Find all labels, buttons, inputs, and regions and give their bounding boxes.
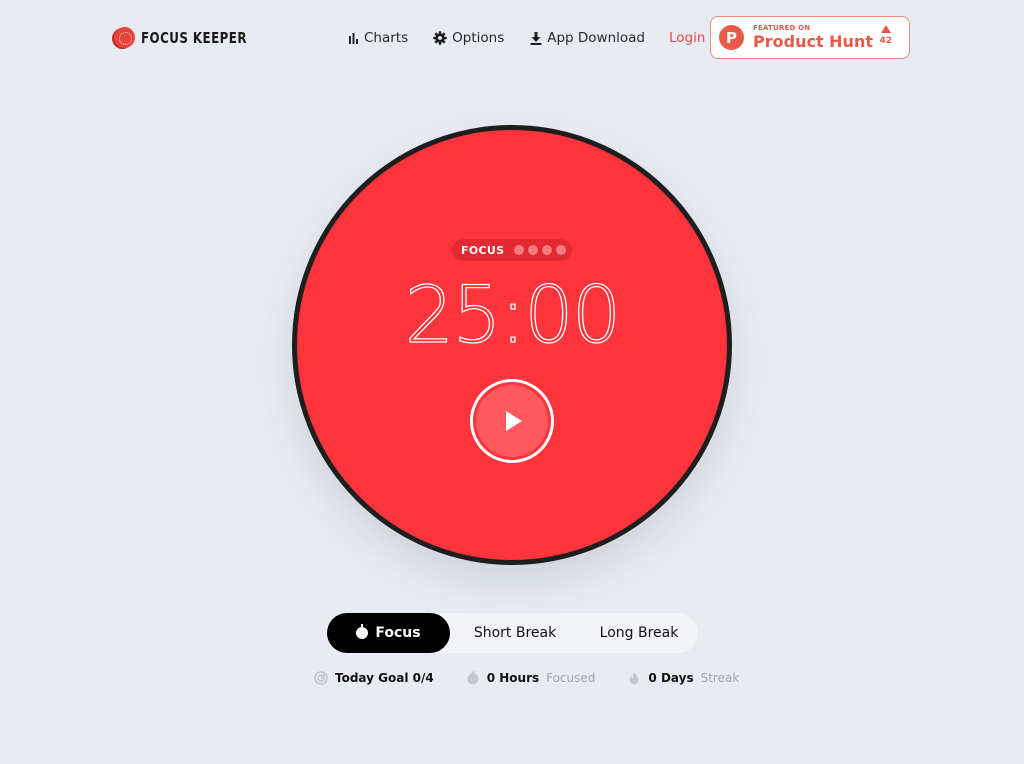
mode-short-break-button[interactable]: Short Break [450, 613, 580, 653]
session-dot-icon [528, 245, 539, 255]
current-mode-pill: FOCUS [452, 239, 572, 261]
logo-text: FOCUS KEEPER [141, 28, 247, 47]
bar-chart-icon [349, 32, 358, 44]
mode-focus-button[interactable]: Focus [327, 613, 450, 653]
flame-icon [629, 671, 639, 685]
stopwatch-icon [467, 671, 479, 685]
mode-long-break-button[interactable]: Long Break [580, 613, 698, 653]
product-hunt-icon: P [719, 25, 744, 50]
product-hunt-badge[interactable]: P FEATURED ON Product Hunt 42 [710, 16, 910, 59]
gear-icon [433, 31, 447, 45]
download-icon [530, 31, 542, 45]
stat-days-streak: 0 Days Streak [627, 671, 739, 685]
product-hunt-title: Product Hunt [753, 32, 873, 51]
timer-display: 25:00 [404, 270, 622, 361]
session-dot-icon [514, 245, 525, 255]
nav-app-download-label: App Download [547, 30, 646, 46]
tomato-logo-icon [114, 27, 135, 48]
stat-today-goal: Today Goal 0/4 [314, 671, 434, 685]
nav-options[interactable]: Options [433, 30, 504, 46]
nav-charts[interactable]: Charts [348, 30, 408, 46]
logo[interactable]: FOCUS KEEPER [114, 27, 261, 48]
current-mode-label: FOCUS [461, 243, 505, 257]
product-hunt-votes: 42 [879, 25, 892, 46]
play-button[interactable] [470, 379, 554, 463]
today-goal-text: Today Goal 0/4 [335, 671, 434, 685]
play-icon [506, 411, 522, 431]
session-dot-icon [542, 245, 553, 255]
login-link[interactable]: Login [669, 30, 705, 46]
streak-value: 0 Days [648, 671, 694, 685]
hours-value: 0 Hours [486, 671, 540, 685]
header: FOCUS KEEPER Charts Options App Download… [0, 0, 1024, 78]
mode-switcher: Focus Short Break Long Break [327, 613, 698, 653]
timer-circle: FOCUS 25:00 [292, 125, 732, 565]
stats-bar: Today Goal 0/4 0 Hours Focused 0 Days St… [314, 671, 739, 685]
nav-app-download[interactable]: App Download [530, 30, 645, 46]
session-dots [514, 245, 567, 255]
stat-hours-focused: 0 Hours Focused [466, 671, 596, 685]
mode-focus-label: Focus [375, 625, 421, 641]
product-hunt-featured-text: FEATURED ON [753, 24, 811, 32]
streak-suffix: Streak [700, 671, 740, 685]
nav-charts-label: Charts [364, 30, 409, 46]
hours-suffix: Focused [546, 671, 596, 685]
main-nav: Charts Options App Download Login [348, 30, 705, 46]
target-icon [314, 671, 328, 685]
upvote-arrow-icon [880, 25, 891, 33]
session-dot-icon [556, 245, 567, 255]
product-hunt-vote-count: 42 [879, 36, 892, 46]
tomato-icon [356, 624, 369, 639]
nav-options-label: Options [452, 30, 505, 46]
